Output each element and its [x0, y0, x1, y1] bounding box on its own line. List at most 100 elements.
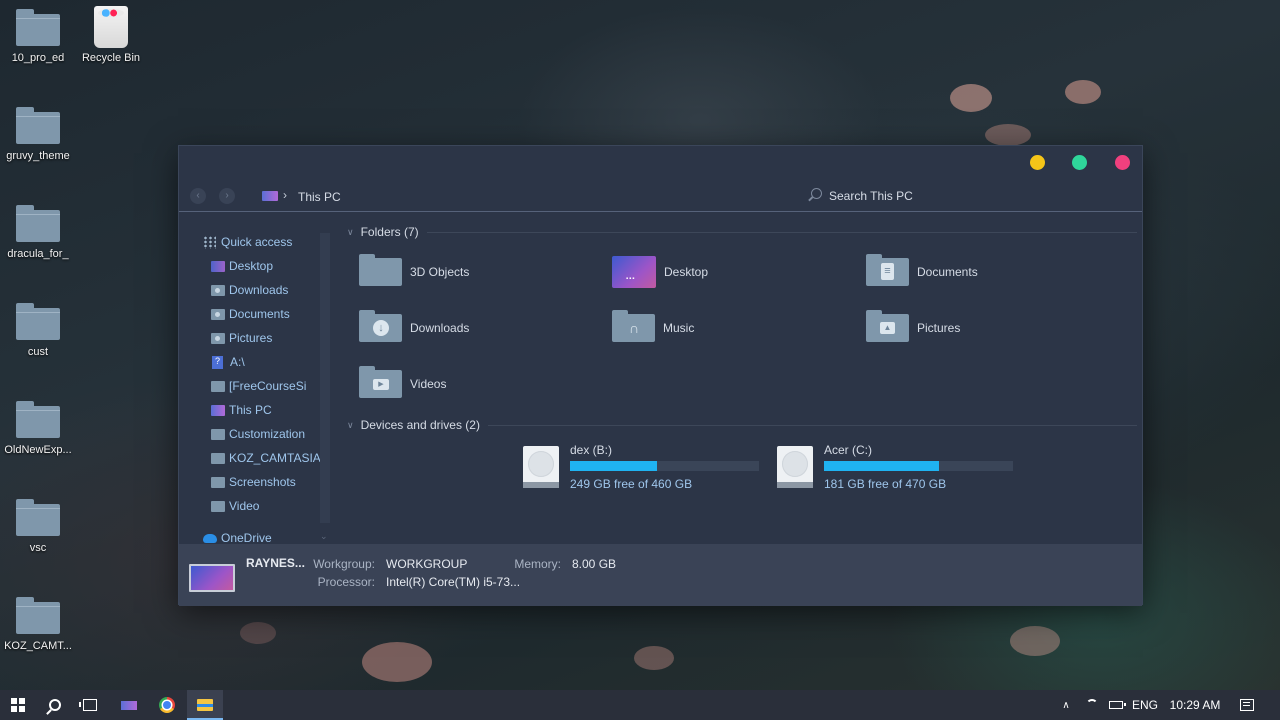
sidebar-item-pictures[interactable]: Pictures	[211, 328, 331, 348]
sidebar-item-screenshots[interactable]: Screenshots	[211, 472, 331, 492]
folder-label: Desktop	[664, 265, 709, 279]
sidebar-item-downloads[interactable]: Downloads	[211, 280, 331, 300]
sidebar-item-desktop[interactable]: Desktop	[211, 256, 331, 276]
desktop-icon-label: KOZ_CAMT...	[4, 640, 72, 652]
folder-downloads[interactable]: ↓ Downloads	[359, 306, 599, 350]
language-button[interactable]: ENG	[1130, 690, 1160, 720]
folder-videos[interactable]: ▶ Videos	[359, 362, 599, 406]
drive-acer-c[interactable]: Acer (C:) 181 GB free of 470 GB	[774, 443, 1014, 495]
sidebar-item-label: KOZ_CAMTASIA_	[229, 451, 328, 465]
desktop-icon-dracula[interactable]: dracula_for_	[0, 205, 76, 260]
taskbar-file-explorer[interactable]	[187, 690, 223, 720]
downloads-folder-icon: ↓	[359, 310, 402, 342]
task-view-button[interactable]	[72, 690, 108, 720]
back-button[interactable]: ‹	[190, 188, 206, 204]
chevron-up-icon: ∧	[1062, 699, 1070, 711]
chevron-down-icon[interactable]: ⌄	[320, 531, 328, 542]
folder-icon	[211, 476, 225, 488]
drive-dex-b[interactable]: dex (B:) 249 GB free of 460 GB	[520, 443, 760, 495]
folder-pictures[interactable]: ▲ Pictures	[866, 306, 1106, 350]
folder-icon	[16, 303, 60, 340]
battery-button[interactable]	[1106, 690, 1126, 720]
folder-label: Downloads	[410, 321, 470, 335]
folder-icon	[211, 332, 225, 344]
desktop-icon-koz-camt[interactable]: KOZ_CAMT...	[0, 597, 76, 652]
this-pc-icon	[121, 700, 137, 710]
desktop-icon-label: 10_pro_ed	[11, 52, 65, 64]
start-button[interactable]	[0, 690, 36, 720]
pictures-folder-icon: ▲	[866, 310, 909, 342]
sidebar-scrollbar[interactable]	[320, 233, 330, 523]
taskbar-chrome[interactable]	[149, 690, 185, 720]
close-button[interactable]	[1115, 155, 1130, 170]
folder-icon	[16, 205, 60, 242]
desktop-icon-cust[interactable]: cust	[0, 303, 76, 358]
folder-icon	[211, 500, 225, 512]
search-icon	[811, 188, 822, 199]
folder-icon	[16, 9, 60, 46]
drive-free-space: 181 GB free of 470 GB	[824, 477, 947, 491]
background-mushroom	[634, 646, 674, 670]
folder-label: Documents	[917, 265, 978, 279]
file-explorer-icon	[197, 699, 213, 711]
breadcrumb-this-pc[interactable]: This PC	[298, 190, 341, 204]
taskbar-search-button[interactable]	[37, 690, 73, 720]
drive-usage-bar	[824, 461, 1013, 471]
folder-desktop[interactable]: Desktop	[612, 250, 852, 294]
desktop-icon-gruvy-theme[interactable]: gruvy_theme	[0, 107, 76, 162]
search-input[interactable]	[829, 187, 1029, 205]
folder-music[interactable]: ∩ Music	[612, 306, 852, 350]
folders-group-header[interactable]: ∨ Folders (7)	[347, 223, 1137, 241]
hard-drive-icon	[523, 446, 559, 488]
taskbar-this-pc[interactable]	[111, 690, 147, 720]
workgroup-label: Workgroup:	[313, 557, 375, 571]
music-folder-icon: ∩	[612, 310, 655, 342]
action-center-button[interactable]	[1234, 690, 1260, 720]
maximize-button[interactable]	[1072, 155, 1087, 170]
title-bar[interactable]	[179, 146, 1142, 180]
sidebar-item-video[interactable]: Video	[211, 496, 331, 516]
desktop-icon-10-pro-ed[interactable]: 10_pro_ed	[0, 9, 76, 64]
desktop-icon-vsc[interactable]: vsc	[0, 499, 76, 554]
folder-label: 3D Objects	[410, 265, 470, 279]
show-hidden-icons-button[interactable]: ∧	[1056, 690, 1076, 720]
folder-documents[interactable]: ≡ Documents	[866, 250, 1106, 294]
sidebar-item-label: This PC	[229, 403, 272, 417]
details-pane: RAYNES... Workgroup: WORKGROUP Memory: 8…	[179, 544, 1142, 606]
this-pc-icon	[262, 191, 278, 201]
recycle-bin-icon	[94, 6, 128, 48]
task-view-icon	[79, 699, 97, 711]
sidebar-item-customization[interactable]: Customization	[211, 424, 331, 444]
sidebar-item-label: Desktop	[229, 259, 274, 273]
sidebar-item-label: OneDrive	[221, 531, 272, 544]
folder-3d-objects[interactable]: 3D Objects	[359, 250, 599, 294]
clock[interactable]: 10:29 AM	[1166, 690, 1224, 720]
sidebar-item-onedrive[interactable]: OneDrive	[203, 528, 323, 544]
videos-folder-icon: ▶	[359, 366, 402, 398]
forward-button[interactable]: ›	[219, 188, 235, 204]
sidebar-item-this-pc[interactable]: This PC	[211, 400, 331, 420]
this-pc-icon	[211, 404, 225, 416]
folder-label: Pictures	[917, 321, 961, 335]
sidebar-item-quick-access[interactable]: Quick access	[203, 232, 323, 252]
battery-icon	[1109, 701, 1126, 709]
sidebar-item-a-drive[interactable]: ? A:\	[212, 352, 331, 372]
minimize-button[interactable]	[1030, 155, 1045, 170]
breadcrumb-separator[interactable]: ›	[283, 188, 287, 202]
drives-group-header[interactable]: ∨ Devices and drives (2)	[347, 416, 1137, 434]
folder-label: Music	[663, 321, 695, 335]
folder-icon	[16, 107, 60, 144]
divider	[487, 424, 1137, 426]
desktop-icon	[211, 260, 225, 272]
desktop-icon-recycle-bin[interactable]: Recycle Bin	[73, 6, 149, 64]
sidebar-item-label: Pictures	[229, 331, 273, 345]
hard-drive-icon	[777, 446, 813, 488]
sidebar-item-documents[interactable]: Documents	[211, 304, 331, 324]
arrow-left-icon: ‹	[196, 190, 200, 201]
processor-label: Processor:	[317, 575, 375, 589]
desktop-icon-oldnewexp[interactable]: OldNewExp...	[0, 401, 76, 456]
network-button[interactable]	[1082, 690, 1102, 720]
sidebar-item-freecoursesite[interactable]: [FreeCourseSi	[211, 376, 331, 396]
navigation-pane: Quick access Desktop Downloads Documents…	[179, 213, 331, 544]
sidebar-item-koz-camtasia[interactable]: KOZ_CAMTASIA_	[211, 448, 331, 468]
